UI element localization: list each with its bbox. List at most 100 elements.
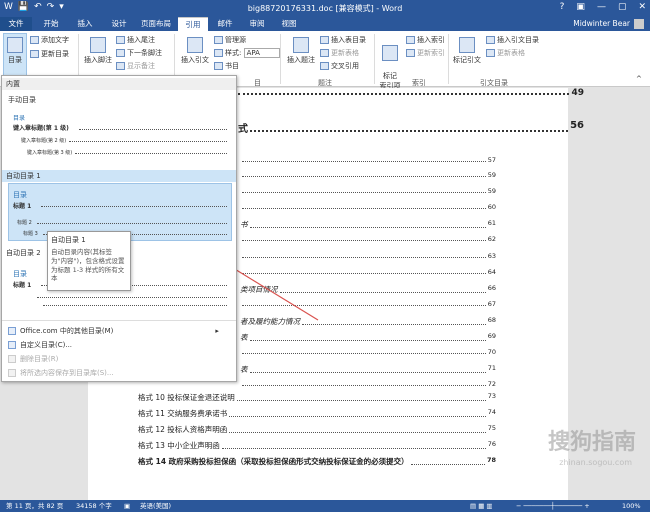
status-language[interactable]: 英语(美国) <box>140 500 171 512</box>
custom-toc-icon <box>8 341 16 349</box>
toc-button[interactable]: 目录 <box>3 33 27 77</box>
close-icon[interactable]: ✕ <box>638 2 646 12</box>
tab-file[interactable]: 文件 <box>0 17 32 31</box>
toc-entry[interactable]: 格式 14 政府采购投标担保函（采取投标担保函形式交纳投标保证金的必须提交） 78 <box>138 456 496 467</box>
status-page-count[interactable]: 第 11 页，共 82 页 <box>6 500 63 512</box>
toc-entry[interactable]: 格式 13 中小企业声明函 76 <box>138 440 496 451</box>
tab-layout[interactable]: 页面布局 <box>136 17 176 31</box>
toc-entry[interactable]: 59 <box>240 171 496 179</box>
toc-page-number: 60 <box>487 203 496 211</box>
toc-page-number: 68 <box>487 316 496 324</box>
toc-entry[interactable]: 57 <box>240 156 496 164</box>
toc-entry[interactable]: 类项目情况 66 <box>240 284 496 295</box>
next-footnote-button[interactable]: 下一条脚注 <box>116 48 162 58</box>
style-select[interactable]: 样式: APA <box>214 48 280 58</box>
mark-entry-button[interactable]: 标记 索引项 <box>378 37 402 91</box>
help-icon[interactable]: ? <box>560 2 565 12</box>
group-label-index: 索引 <box>412 79 426 87</box>
insert-footnote-button[interactable]: 插入脚注 <box>84 37 112 65</box>
ribbon-display-icon[interactable]: ▣ <box>576 2 585 12</box>
toc-entry[interactable]: 表 71 <box>240 364 496 375</box>
cross-reference-button[interactable]: 交叉引用 <box>320 61 359 71</box>
maximize-icon[interactable]: ▢ <box>618 2 627 12</box>
table-of-figures-icon <box>320 36 329 44</box>
update-index-button[interactable]: 更新索引 <box>406 48 445 58</box>
toc-entry[interactable]: 格式 10 投标保证金退还说明 73 <box>138 392 496 403</box>
tooltip-auto-toc1: 自动目录 1 自动目录内容(其标签为"内容")，包含格式设置为标题 1-3 样式… <box>47 231 131 291</box>
toc-entry[interactable]: 64 <box>240 268 496 276</box>
insert-endnote-button[interactable]: 插入尾注 <box>116 35 155 45</box>
zoom-slider[interactable]: − ───────┼─────── + <box>516 500 590 512</box>
toc-entry[interactable]: 62 <box>240 235 496 243</box>
minimize-icon[interactable]: — <box>597 2 606 12</box>
next-footnote-icon <box>116 49 125 57</box>
toc-entry[interactable]: 格式 12 投标人资格声明函 75 <box>138 424 496 435</box>
manage-sources-button[interactable]: 管理源 <box>214 35 246 45</box>
menu-remove-toc[interactable]: 删除目录(R) <box>8 354 58 364</box>
toc-page-number: 76 <box>487 440 496 448</box>
tab-home[interactable]: 开始 <box>36 17 66 31</box>
toc-heading-line: 式 56 <box>238 120 584 135</box>
update-toa-button[interactable]: 更新表格 <box>486 48 525 58</box>
add-text-icon <box>30 36 39 44</box>
menu-custom-toc[interactable]: 自定义目录(C)... <box>8 340 72 350</box>
bibliography-button[interactable]: 书目 <box>214 61 239 71</box>
toc-page-number: 57 <box>487 156 496 164</box>
toc-style-manual[interactable]: 目录 键入章标题(第 1 级) 键入章标题(第 2 级) 键入章标题(第 3 级… <box>8 106 232 158</box>
toc-entry[interactable]: 63 <box>240 252 496 260</box>
footnote-icon <box>90 37 106 53</box>
tab-references[interactable]: 引用 <box>178 17 208 31</box>
style-icon <box>214 49 223 57</box>
update-table-button[interactable]: 更新表格 <box>320 48 359 58</box>
submenu-arrow-icon: ▸ <box>215 327 219 335</box>
toc-page-number: 70 <box>487 348 496 356</box>
group-label-citations: 目 <box>254 79 261 87</box>
insert-index-button[interactable]: 插入索引 <box>406 35 445 45</box>
toc-entry[interactable]: 表 69 <box>240 332 496 343</box>
insert-toa-button[interactable]: 插入引文目录 <box>486 35 539 45</box>
user-account[interactable]: Midwinter Bear <box>573 17 644 31</box>
menu-more-toc[interactable]: Office.com 中的其他目录(M) ▸ <box>8 326 219 336</box>
toc-entry[interactable]: 59 <box>240 187 496 195</box>
ribbon-separator <box>374 34 375 84</box>
tab-mailings[interactable]: 邮件 <box>210 17 240 31</box>
update-toc-button[interactable]: 更新目录 <box>30 49 69 59</box>
show-notes-icon <box>116 62 125 70</box>
insert-index-icon <box>406 36 415 44</box>
toc-entry[interactable]: 70 <box>240 348 496 356</box>
insert-caption-button[interactable]: 插入题注 <box>286 37 316 65</box>
menu-save-selection[interactable]: 将所选内容保存到目录库(S)... <box>8 368 114 378</box>
toc-gallery-dropdown: 内置 手动目录 目录 键入章标题(第 1 级) 键入章标题(第 2 级) 键入章… <box>1 75 237 382</box>
mark-citation-button[interactable]: 标记引文 <box>452 37 482 65</box>
collapse-ribbon-icon[interactable]: ^ <box>636 75 642 83</box>
toc-page-number: 71 <box>487 364 496 372</box>
toc-entry[interactable]: 书 61 <box>240 219 496 230</box>
toc-entry[interactable]: 67 <box>240 300 496 308</box>
view-buttons[interactable]: ▤ ▦ ▥ <box>470 500 493 512</box>
toc-page-number: 64 <box>487 268 496 276</box>
tooltip-title: 自动目录 1 <box>51 236 86 244</box>
toc-entry-text: 表 <box>240 333 248 342</box>
tab-view[interactable]: 视图 <box>274 17 304 31</box>
status-zoom[interactable]: 100% <box>622 500 641 512</box>
show-notes-button[interactable]: 显示备注 <box>116 61 155 71</box>
tab-review[interactable]: 审阅 <box>242 17 272 31</box>
insert-table-of-figures-button[interactable]: 插入表目录 <box>320 35 366 45</box>
toc-entry[interactable]: 60 <box>240 203 496 211</box>
ribbon-separator <box>280 34 281 84</box>
insert-citation-button[interactable]: 插入引文 <box>180 37 210 65</box>
toc-heading-line: 49 <box>236 88 584 98</box>
toc-page-number: 63 <box>487 252 496 260</box>
caption-icon <box>293 37 309 53</box>
toc-entry-text: 书 <box>240 220 248 229</box>
office-icon <box>8 327 16 335</box>
toc-entry[interactable]: 格式 11 交纳服务费承诺书 74 <box>138 408 496 419</box>
update-toa-icon <box>486 49 495 57</box>
proofing-icon[interactable]: ▣ <box>124 500 130 512</box>
add-text-button[interactable]: 添加文字 <box>30 35 69 45</box>
tab-insert[interactable]: 插入 <box>70 17 100 31</box>
toc-entry[interactable]: 72 <box>240 380 496 388</box>
toc-entry[interactable]: 者及履约能力情况 68 <box>240 316 496 327</box>
status-word-count[interactable]: 34158 个字 <box>76 500 112 512</box>
tab-design[interactable]: 设计 <box>104 17 134 31</box>
